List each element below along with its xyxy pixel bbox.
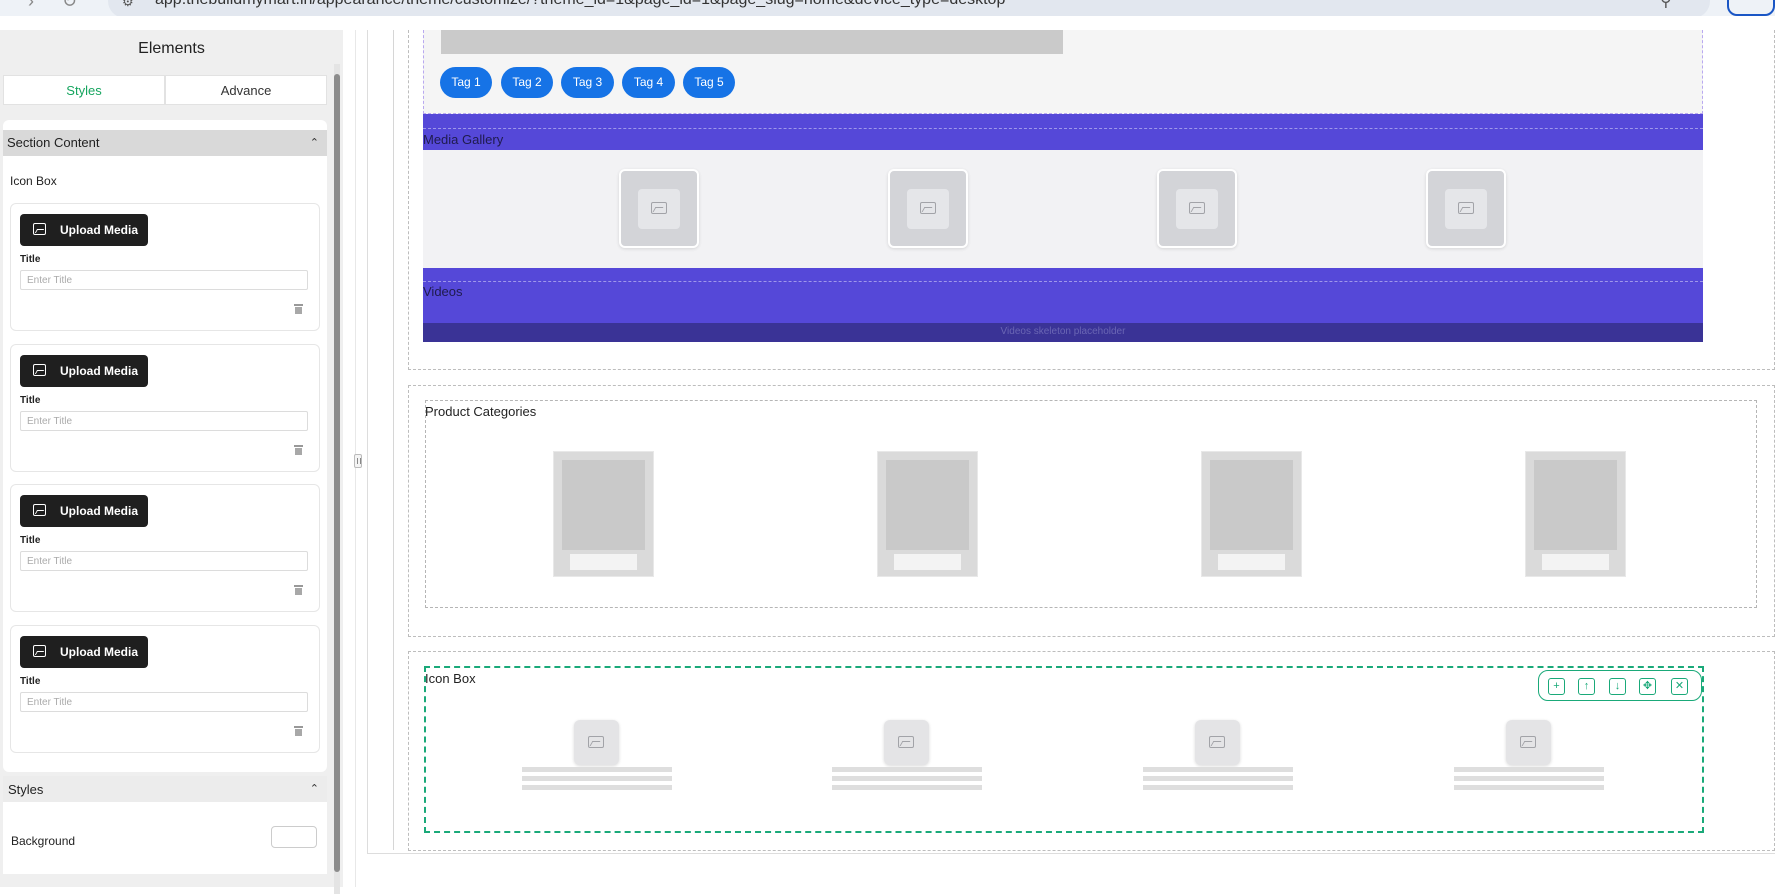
upload-media-label: Upload Media (60, 223, 139, 237)
upload-media-button[interactable]: Upload Media (20, 355, 148, 387)
styles-section-header[interactable]: Styles ⌃ (3, 776, 327, 802)
tag-chip[interactable]: Tag 1 (440, 67, 492, 98)
trash-icon[interactable] (294, 304, 303, 314)
image-icon (588, 736, 604, 748)
category-card[interactable] (553, 451, 654, 577)
styles-section-label: Styles (8, 782, 44, 797)
title-label: Title (20, 395, 41, 406)
image-icon (1189, 202, 1205, 214)
image-icon (1209, 736, 1225, 748)
title-input[interactable] (20, 270, 308, 290)
back-arrow-icon[interactable]: › (28, 0, 34, 12)
icon-box-preview-item[interactable] (1454, 720, 1604, 798)
upload-media-button[interactable]: Upload Media (20, 495, 148, 527)
icon-box-label: Icon Box (10, 174, 57, 188)
title-input[interactable] (20, 692, 308, 712)
image-icon (920, 202, 936, 214)
site-info-icon[interactable]: ⚙ (122, 0, 134, 10)
upload-media-button[interactable]: Upload Media (20, 636, 148, 668)
chevron-up-icon[interactable]: ⌃ (310, 136, 319, 149)
upload-media-label: Upload Media (60, 504, 139, 518)
videos-label: Videos (423, 284, 463, 299)
upload-media-button[interactable]: Upload Media (20, 214, 148, 246)
icon-box-preview-item[interactable] (1143, 720, 1293, 798)
styles-section-card: Background (3, 802, 327, 874)
icon-box-item: Upload Media Title (10, 484, 320, 612)
videos-placeholder-text: Videos skeleton placeholder (1000, 326, 1126, 337)
tag-chip[interactable]: Tag 4 (622, 67, 675, 98)
title-input[interactable] (20, 411, 308, 431)
title-label: Title (20, 676, 41, 687)
icon-box-item: Upload Media Title (10, 203, 320, 331)
close-icon[interactable]: ✕ (1671, 678, 1688, 695)
image-icon (651, 202, 667, 214)
image-icon (33, 364, 46, 376)
section-content-label: Section Content (7, 135, 100, 150)
block-toolbar: + ↑ ↓ ✥ ✕ (1538, 670, 1702, 701)
band-divider (423, 128, 1703, 129)
title-label: Title (20, 535, 41, 546)
duplicate-icon[interactable]: + (1548, 678, 1565, 695)
icon-box-block-label: Icon Box (425, 671, 476, 686)
media-gallery-body (423, 150, 1703, 268)
image-icon (33, 504, 46, 516)
skeleton-bar (441, 30, 1063, 54)
section-content-header[interactable]: Section Content ⌃ (3, 130, 327, 156)
image-icon (1458, 202, 1474, 214)
videos-band[interactable] (423, 268, 1703, 323)
media-gallery-label: Media Gallery (423, 132, 504, 147)
tab-styles[interactable]: Styles (3, 75, 165, 105)
upload-media-label: Upload Media (60, 645, 139, 659)
image-icon (33, 223, 46, 235)
panel-title: Elements (138, 40, 205, 57)
background-color-picker[interactable] (271, 826, 317, 848)
reload-icon[interactable]: ↻ (62, 0, 77, 12)
panel-tabs: Styles Advance (3, 75, 327, 105)
icon-placeholder (574, 720, 619, 765)
move-icon[interactable]: ✥ (1639, 678, 1656, 695)
drag-handle-icon[interactable] (354, 454, 362, 468)
browser-toolbar: › ↻ ⚙ app.thebuildmymart.in/appearance/t… (0, 0, 1775, 16)
image-icon (898, 736, 914, 748)
icon-placeholder (1195, 720, 1240, 765)
panel-scrollbar-thumb[interactable] (334, 74, 340, 872)
gallery-thumbnail[interactable] (619, 169, 699, 248)
search-icon[interactable]: ⚲ (1660, 0, 1672, 11)
chevron-up-icon[interactable]: ⌃ (310, 782, 319, 795)
image-icon (33, 645, 46, 657)
tag-chip[interactable]: Tag 5 (683, 67, 735, 98)
tab-advance[interactable]: Advance (165, 75, 327, 105)
product-categories-label: Product Categories (425, 404, 537, 419)
gallery-thumbnail[interactable] (1157, 169, 1237, 248)
icon-box-item: Upload Media Title (10, 625, 320, 753)
move-up-icon[interactable]: ↑ (1578, 678, 1595, 695)
title-label: Title (20, 254, 41, 265)
title-input[interactable] (20, 551, 308, 571)
icon-box-item: Upload Media Title (10, 344, 320, 472)
move-down-icon[interactable]: ↓ (1609, 678, 1626, 695)
profile-icon[interactable] (1727, 0, 1775, 16)
icon-placeholder (1506, 720, 1551, 765)
image-icon (1520, 736, 1536, 748)
icon-box-preview-item[interactable] (522, 720, 672, 798)
media-gallery-band[interactable] (423, 114, 1703, 150)
trash-icon[interactable] (294, 445, 303, 455)
category-card[interactable] (1525, 451, 1626, 577)
tag-chip[interactable]: Tag 3 (561, 67, 614, 98)
gallery-thumbnail[interactable] (888, 169, 968, 248)
tag-chip[interactable]: Tag 2 (501, 67, 553, 98)
gallery-thumbnail[interactable] (1426, 169, 1506, 248)
trash-icon[interactable] (294, 726, 303, 736)
trash-icon[interactable] (294, 585, 303, 595)
url-text[interactable]: app.thebuildmymart.in/appearance/theme/c… (155, 0, 1005, 9)
background-label: Background (11, 834, 76, 848)
icon-box-preview-item[interactable] (832, 720, 982, 798)
band-divider (423, 281, 1703, 282)
canvas-guide (393, 30, 394, 850)
category-card[interactable] (877, 451, 978, 577)
upload-media-label: Upload Media (60, 364, 139, 378)
icon-placeholder (884, 720, 929, 765)
category-card[interactable] (1201, 451, 1302, 577)
